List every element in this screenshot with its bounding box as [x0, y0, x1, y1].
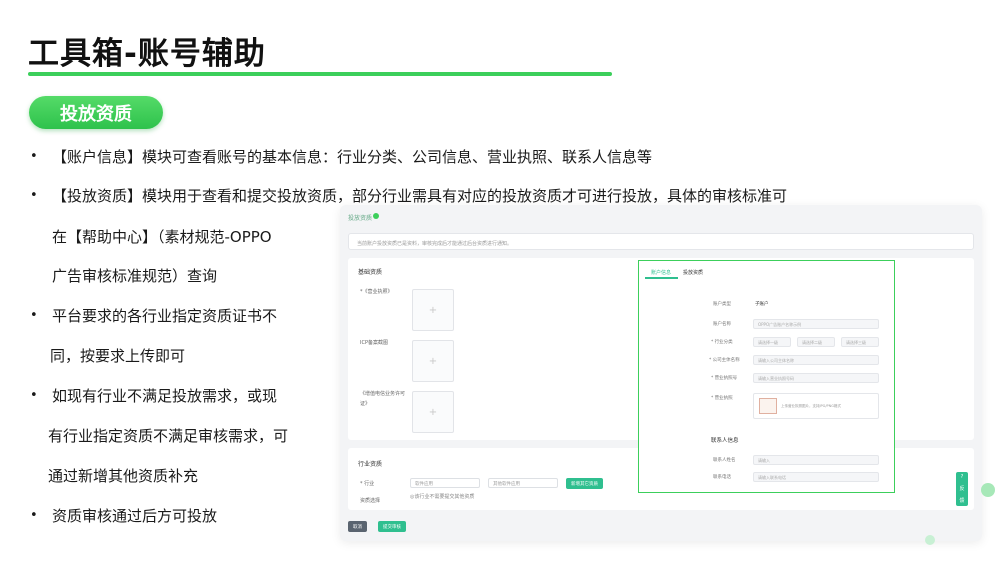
feedback-label[interactable]: 馈 [959, 497, 964, 504]
floating-toolbar[interactable]: ? 反 馈 [956, 472, 968, 506]
license-upload[interactable]: 上传营业执照图片，支持JPG/PNG格式 [753, 393, 879, 419]
qualification-note: ◎该行业不需要提交其他资质 [410, 494, 475, 500]
slide-title: 工具箱-账号辅助 [28, 36, 266, 72]
plus-icon: + [428, 406, 438, 418]
contact-phone-field[interactable]: 请输入联系电话 [753, 472, 879, 482]
field-label: 账户类型 [713, 302, 731, 307]
upload-hint: 上传营业执照图片，支持JPG/PNG格式 [781, 404, 841, 408]
field-label: * 行业 [360, 481, 375, 487]
industry-level1-select[interactable]: 请选择一级 [753, 337, 791, 347]
field-label: *《营业执照》 [360, 289, 393, 295]
field-label: 证》 [360, 401, 371, 407]
bullet-continuation: 同，按要求上传即可 [50, 347, 186, 365]
account-name-field[interactable]: OPPO广告账户名称示例 [753, 319, 879, 329]
card-title: 基础资质 [358, 269, 383, 276]
cancel-button[interactable]: 取消 [348, 521, 367, 532]
field-label: 联系人姓名 [713, 458, 736, 463]
bullet-continuation: 通过新增其他资质补充 [48, 467, 199, 485]
industry-level2-select[interactable]: 请选择二级 [797, 337, 835, 347]
field-label: 资质选择 [360, 498, 381, 504]
license-number-field[interactable]: 请输入营业执照号码 [753, 373, 879, 383]
bullet-text: 平台要求的各行业指定资质证书不 [52, 307, 278, 325]
feedback-label[interactable]: 反 [959, 485, 964, 492]
upload-box[interactable]: + [412, 289, 454, 331]
bullet-continuation: 有行业指定资质不满足审核需求，可 [48, 427, 289, 445]
bullet-text: 如现有行业不满足投放需求，或现 [52, 387, 278, 405]
license-thumbnail-icon [759, 398, 777, 414]
industry-level3-select[interactable]: 请选择三级 [841, 337, 879, 347]
bullet-continuation: 在【帮助中心】（素材规范-OPPO [52, 228, 272, 246]
upload-box[interactable]: + [412, 340, 454, 382]
qualification-screenshot: 投放资质 当前账户投放资质已是资料，审核完成后才能通过后台资质进行通知。 基础资… [340, 205, 982, 541]
add-qualification-button[interactable]: 新增其它资质 [566, 478, 603, 489]
bullet-dot-icon: • [30, 308, 38, 323]
field-label: 联系电话 [713, 475, 731, 480]
field-label: 《增值电信业务许可 [360, 391, 406, 397]
field-label: * 营业执照 [711, 396, 733, 401]
field-label: * 营业执照号 [711, 376, 738, 381]
decorative-dot [981, 483, 995, 497]
field-value: 子账户 [755, 302, 769, 307]
bullet-dot-icon: • [30, 508, 38, 523]
active-tab-indicator [645, 277, 678, 279]
bullet-item: • 资质审核通过后方可投放 [30, 506, 218, 526]
bullet-text: 【投放资质】模块用于查看和提交投放资质，部分行业需具有对应的投放资质才可进行投放… [52, 187, 788, 205]
field-label: ICP备案截图 [360, 340, 388, 346]
bullet-item: • 【账户信息】模块可查看账号的基本信息：行业分类、公司信息、营业执照、联系人信… [30, 147, 653, 167]
upload-box[interactable]: + [412, 391, 454, 433]
bullet-text: 资质审核通过后方可投放 [52, 507, 218, 525]
card-title: 行业资质 [358, 461, 383, 468]
status-dot-icon [373, 213, 379, 219]
section-badge: 投放资质 [29, 96, 163, 129]
account-info-highlight: 账户信息 投放资质 账户类型 子账户 账户名称 OPPO广告账户名称示例 * 行… [638, 260, 895, 493]
submit-review-button[interactable]: 提交审核 [378, 521, 406, 532]
screenshot-header: 投放资质 [348, 215, 373, 222]
bullet-continuation: 广告审核标准规范）查询 [52, 267, 218, 285]
bullet-text: 【账户信息】模块可查看账号的基本信息：行业分类、公司信息、营业执照、联系人信息等 [52, 148, 653, 166]
field-label: 账户名称 [713, 322, 731, 327]
bullet-dot-icon: • [30, 388, 38, 403]
industry-select[interactable]: 软件应用 [410, 478, 480, 488]
tab-account-info[interactable]: 账户信息 [651, 269, 671, 276]
company-name-field[interactable]: 请输入公司主体名称 [753, 355, 879, 365]
title-underline [28, 72, 612, 76]
bullet-item: • 【投放资质】模块用于查看和提交投放资质，部分行业需具有对应的投放资质才可进行… [30, 186, 788, 206]
bullet-item: • 如现有行业不满足投放需求，或现 [30, 386, 278, 406]
notice-bar: 当前账户投放资质已是资料，审核完成后才能通过后台资质进行通知。 [348, 233, 974, 250]
plus-icon: + [428, 355, 438, 367]
bullet-item: • 平台要求的各行业指定资质证书不 [30, 306, 278, 326]
contact-name-field[interactable]: 请输入 [753, 455, 879, 465]
field-label: * 行业分类 [711, 340, 733, 345]
bullet-dot-icon: • [30, 188, 38, 203]
decorative-dot [925, 535, 935, 545]
help-icon[interactable]: ? [961, 474, 964, 480]
bullet-dot-icon: • [30, 149, 38, 164]
field-label: * 公司主体名称 [709, 358, 740, 363]
tab-qualification[interactable]: 投放资质 [683, 269, 703, 276]
plus-icon: + [428, 304, 438, 316]
sub-industry-select[interactable]: 其他软件应用 [488, 478, 558, 488]
contact-section-title: 联系人信息 [711, 438, 739, 444]
